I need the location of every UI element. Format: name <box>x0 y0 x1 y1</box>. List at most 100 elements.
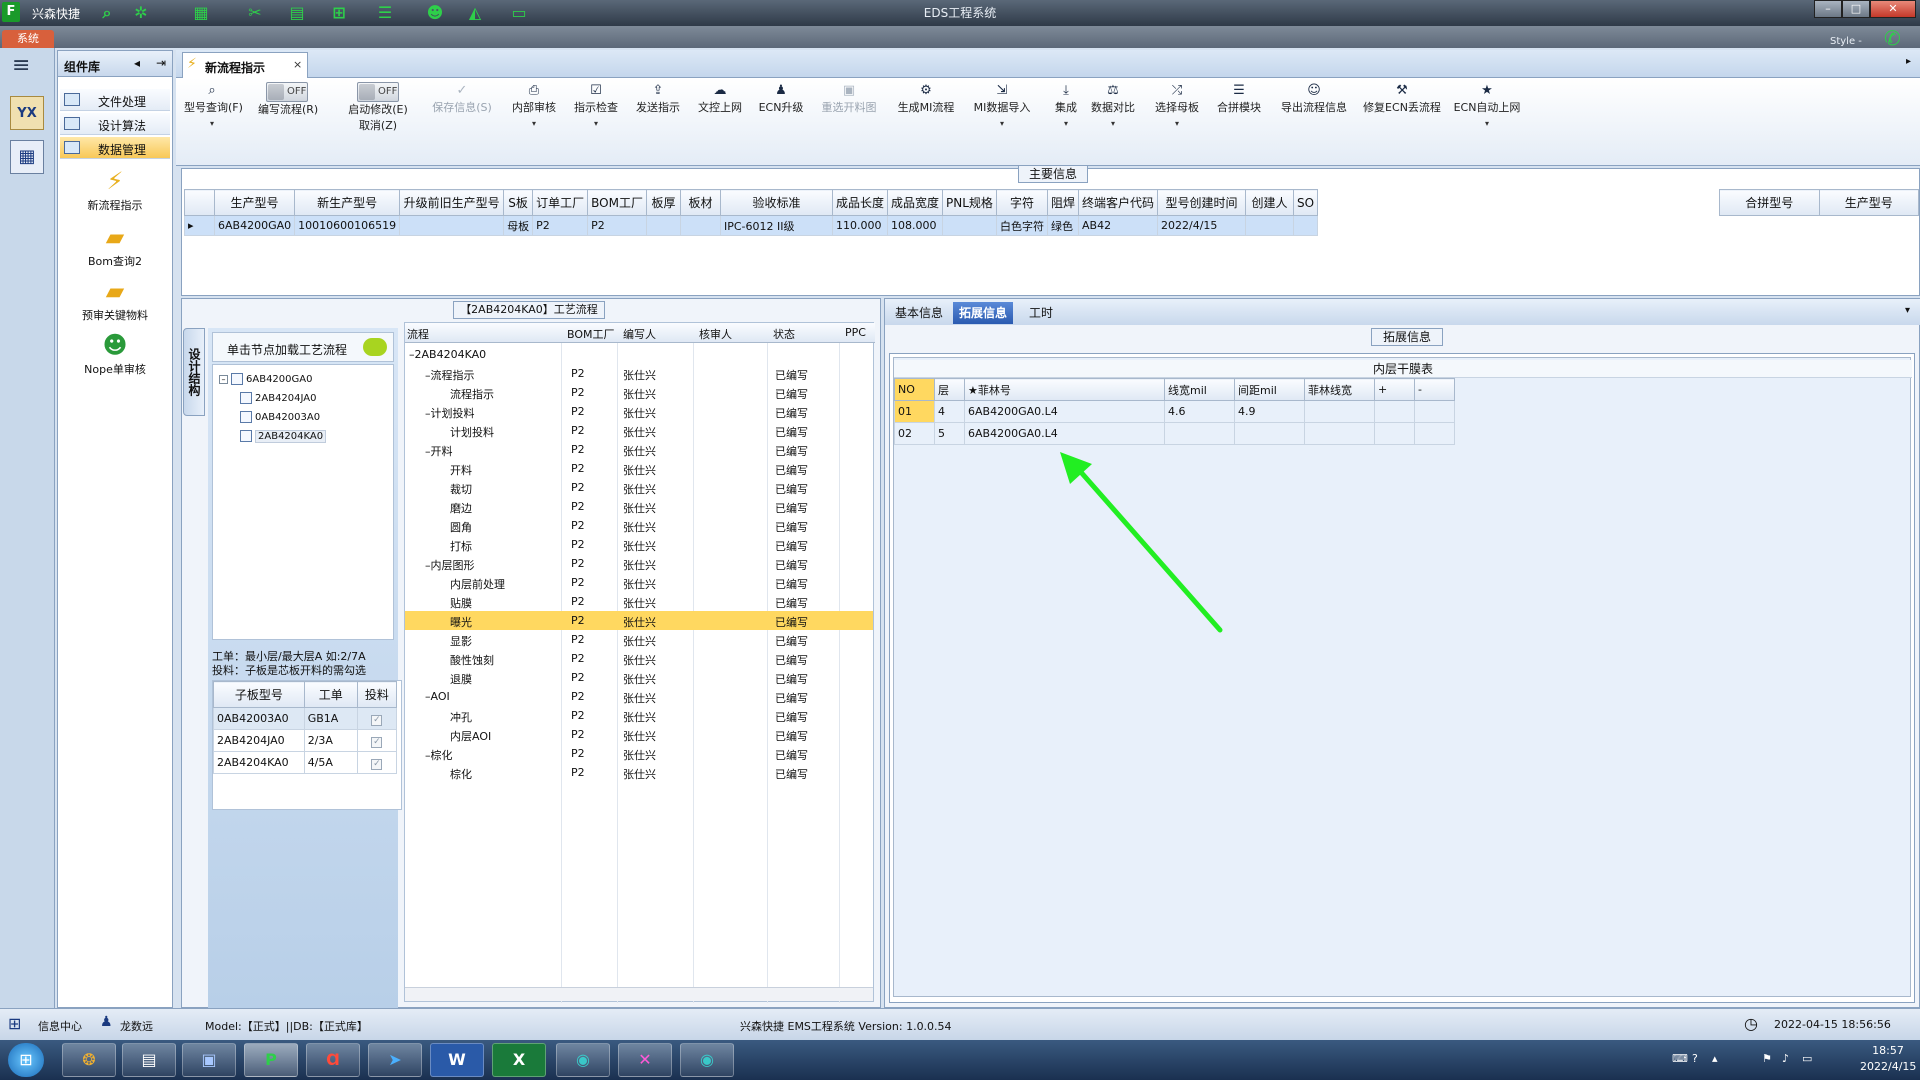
merge-module-button[interactable]: ☰ 合拼模块 <box>1212 82 1266 116</box>
tree-node[interactable]: 0AB42003A0 <box>237 411 320 423</box>
horizontal-scrollbar[interactable] <box>405 987 873 1001</box>
column-header[interactable]: + <box>1374 378 1415 401</box>
phone-icon[interactable]: ✆ <box>1884 26 1901 50</box>
chevron-down-icon[interactable]: ▾ <box>970 116 1034 132</box>
feed-cell[interactable]: ✓ <box>356 751 398 774</box>
table-cell[interactable]: 01 <box>894 400 935 423</box>
table-cell[interactable] <box>399 215 505 236</box>
column-header[interactable]: 状态 <box>773 326 795 342</box>
column-header[interactable]: 子板型号 <box>213 681 305 708</box>
sub-model-cell[interactable]: 2AB4204JA0 <box>213 729 305 752</box>
close-button[interactable]: ✕ <box>1870 0 1916 18</box>
toggle-switch[interactable]: OFF <box>357 82 399 102</box>
column-header[interactable]: 生产型号 <box>213 189 296 216</box>
column-header[interactable]: S板 <box>503 189 534 216</box>
flow-row[interactable]: 冲孔 P2 张仕兴 已编写 <box>405 706 873 725</box>
table-cell[interactable] <box>1304 422 1375 445</box>
sub-model-cell[interactable]: 2AB4204KA0 <box>213 751 305 774</box>
cancel-label[interactable]: 取消(Z) <box>344 118 412 134</box>
chevron-down-icon[interactable]: ▾ <box>1905 305 1910 316</box>
flow-row[interactable]: 退膜 P2 张仕兴 已编写 <box>405 668 873 687</box>
tab-scroll-icon[interactable]: ▸ <box>1906 56 1911 67</box>
column-header[interactable]: 合拼型号 <box>1719 189 1820 216</box>
column-header[interactable]: 型号创建时间 <box>1157 189 1247 216</box>
table-cell[interactable] <box>1164 422 1235 445</box>
doc-control-upload-button[interactable]: ☁ 文控上网 <box>696 82 744 116</box>
maximize-button[interactable]: □ <box>1842 0 1870 18</box>
column-header[interactable]: BOM工厂 <box>567 326 615 342</box>
flow-row[interactable]: –棕化 P2 张仕兴 已编写 <box>405 744 873 763</box>
table-cell[interactable]: 4 <box>934 400 965 423</box>
table-row[interactable]: 2AB4204JA0 2/3A ✓ <box>213 729 398 752</box>
table-cell[interactable] <box>941 215 997 236</box>
tab-close-icon[interactable]: × <box>293 58 302 71</box>
table-cell[interactable]: 10010600106519 <box>294 215 401 236</box>
integrate-button[interactable]: ⤓ 集成 ▾ <box>1044 82 1088 132</box>
table-cell[interactable]: 2022/4/15 <box>1157 215 1247 236</box>
start-button[interactable]: ⊞ <box>8 1043 44 1077</box>
column-header[interactable]: 层 <box>934 378 965 401</box>
table-cell[interactable]: 白色字符 <box>995 215 1048 236</box>
column-header[interactable]: PPC <box>845 326 866 339</box>
table-cell[interactable]: P2 <box>532 215 589 236</box>
nav-item-data-management[interactable]: 数据管理 <box>60 137 170 159</box>
tab-work-hours[interactable]: 工时 <box>1023 302 1059 324</box>
table-cell[interactable] <box>645 215 681 236</box>
table-cell[interactable] <box>1374 400 1415 423</box>
column-header[interactable]: 新生产型号 <box>294 189 401 216</box>
ecn-upgrade-button[interactable]: ♟ ECN升级 <box>758 82 804 116</box>
eds-app-icon[interactable]: P <box>244 1043 298 1077</box>
table-row[interactable]: 01 4 6AB4200GA0.L4 4.6 4.9 <box>894 400 1455 423</box>
work-order-cell[interactable]: 2/3A <box>303 729 358 752</box>
table-cell[interactable] <box>1414 400 1455 423</box>
internal-review-button[interactable]: ⎙ 内部审核 ▾ <box>510 82 558 132</box>
tree-node[interactable]: 2AB4204JA0 <box>237 392 317 404</box>
column-header[interactable]: BOM工厂 <box>587 189 647 216</box>
row-selector[interactable]: ▸ <box>184 215 215 236</box>
column-header[interactable]: SO <box>1293 189 1319 216</box>
table-cell[interactable]: 6AB4200GA0.L4 <box>964 422 1165 445</box>
export-flow-info-button[interactable]: ☺ 导出流程信息 <box>1272 82 1356 116</box>
chevron-down-icon[interactable]: ▾ <box>1452 116 1522 132</box>
flow-row[interactable]: –开料 P2 张仕兴 已编写 <box>405 440 873 459</box>
keyboard-icon[interactable]: ⌨ <box>1672 1052 1688 1065</box>
collapse-icon[interactable]: ◂ <box>130 56 144 70</box>
work-order-cell[interactable]: 4/5A <box>303 751 358 774</box>
info-center-link[interactable]: 信息中心 <box>38 1018 82 1034</box>
column-header[interactable]: NO <box>894 378 935 401</box>
save-disk-icon[interactable]: ▣ <box>182 1043 236 1077</box>
ecn-auto-upload-button[interactable]: ★ ECN自动上网 ▾ <box>1452 82 1522 132</box>
column-header[interactable]: 阻焊 <box>1046 189 1080 216</box>
style-menu[interactable]: Style - <box>1830 36 1862 47</box>
column-header[interactable]: 编写人 <box>623 326 656 342</box>
flow-row[interactable]: 曝光 P2 张仕兴 已编写 <box>405 611 873 630</box>
yx-module-icon[interactable]: YX <box>10 96 44 130</box>
table-cell[interactable] <box>1414 422 1455 445</box>
notepad-icon[interactable]: ▤ <box>122 1043 176 1077</box>
reselect-cutting-map-button[interactable]: ▣ 重选开料图 <box>818 82 880 116</box>
flow-row[interactable]: 显影 P2 张仕兴 已编写 <box>405 630 873 649</box>
volume-icon[interactable]: ♪ <box>1782 1052 1789 1065</box>
column-header[interactable]: 终端客户代码 <box>1077 189 1159 216</box>
feed-cell[interactable]: ✓ <box>356 729 398 752</box>
column-header[interactable]: - <box>1414 378 1455 401</box>
flow-row[interactable]: 打标 P2 张仕兴 已编写 <box>405 535 873 554</box>
minimize-button[interactable]: – <box>1814 0 1842 18</box>
mi-data-import-button[interactable]: ⇲ MI数据导入 ▾ <box>970 82 1034 132</box>
chevron-down-icon[interactable]: ▾ <box>510 116 558 132</box>
feed-checkbox[interactable]: ✓ <box>371 714 383 726</box>
sub-model-cell[interactable]: 0AB42003A0 <box>213 707 305 730</box>
tile-nope-review[interactable]: ☻ Nope单审核 <box>58 331 172 377</box>
column-header[interactable]: 创建人 <box>1245 189 1295 216</box>
table-cell[interactable] <box>1374 422 1415 445</box>
table-cell[interactable]: 绿色 <box>1046 215 1080 236</box>
save-info-button[interactable]: ✓ 保存信息(S) <box>430 82 494 116</box>
model-query-button[interactable]: ⌕ 型号查询(F) ▾ <box>184 82 243 132</box>
tray-expand-icon[interactable]: ▴ <box>1712 1052 1718 1065</box>
data-compare-button[interactable]: ⚖ 数据对比 ▾ <box>1086 82 1140 132</box>
column-header[interactable]: 板厚 <box>645 189 681 216</box>
excel-icon[interactable]: X <box>492 1043 546 1077</box>
tile-new-flow-instruction[interactable]: ⚡ 新流程指示 <box>58 167 172 213</box>
table-cell[interactable]: 母板 <box>503 215 534 236</box>
tab-extended-info[interactable]: 拓展信息 <box>953 302 1014 324</box>
